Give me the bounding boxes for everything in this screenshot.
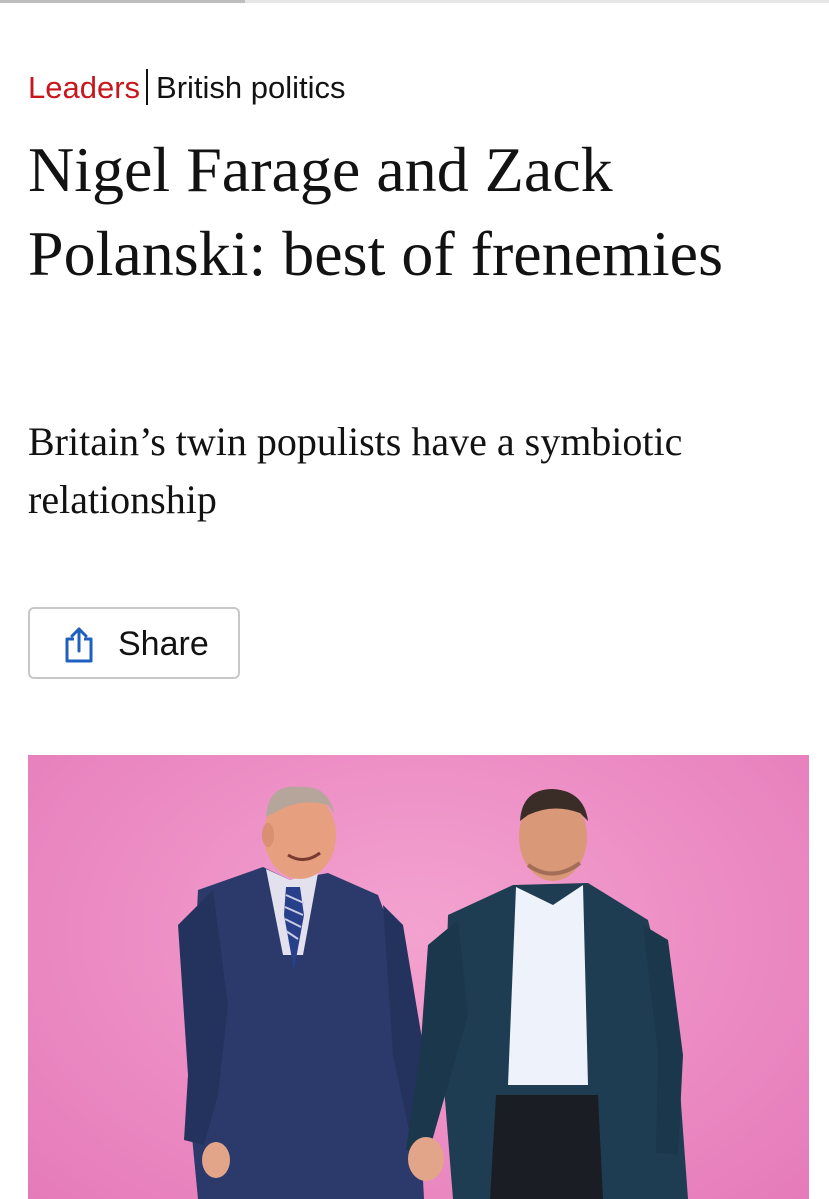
article-standfirst: Britain’s twin populists have a symbioti…: [28, 419, 683, 522]
article-headline: Nigel Farage and Zack Polanski: best of …: [28, 134, 723, 289]
left-figure: [178, 786, 433, 1199]
hero-illustration-art: [178, 786, 688, 1199]
share-button[interactable]: Share: [28, 607, 240, 679]
rubric-separator: [146, 69, 149, 105]
share-icon: [65, 627, 93, 663]
section-link[interactable]: Leaders: [28, 70, 140, 105]
share-label: Share: [118, 625, 209, 663]
topic-link[interactable]: British politics: [156, 70, 346, 105]
rubric: Leaders British politics: [28, 68, 346, 108]
right-figure: [406, 789, 688, 1199]
top-divider-accent: [0, 0, 245, 3]
hero-illustration: [28, 755, 809, 1199]
